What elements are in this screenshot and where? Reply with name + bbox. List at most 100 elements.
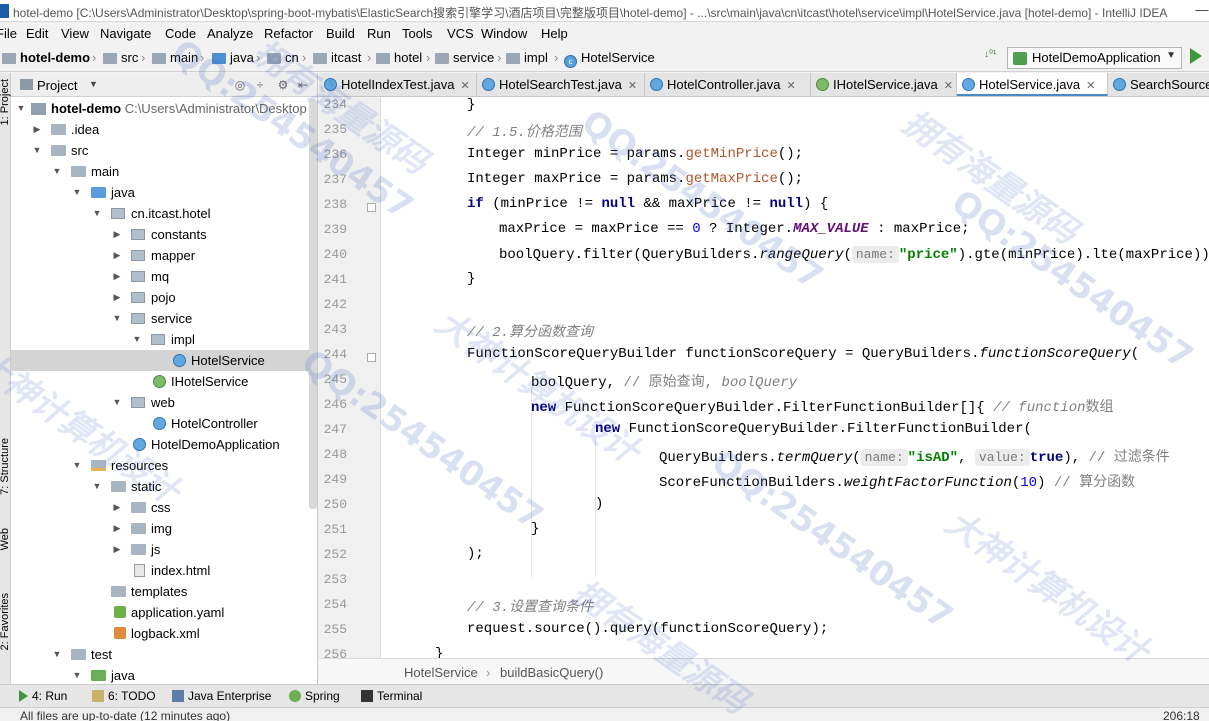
close-icon[interactable]: ✕: [786, 74, 795, 96]
crumb-impl[interactable]: impl: [506, 50, 548, 66]
menu-navigate[interactable]: Navigate: [100, 26, 151, 41]
web-tool-tab[interactable]: Web: [0, 528, 11, 550]
menu-edit[interactable]: Edit: [26, 26, 48, 41]
chevron-down-icon[interactable]: ▼: [72, 182, 82, 203]
crumb-hotel[interactable]: hotel: [376, 50, 422, 66]
vcs-update-icon[interactable]: ↓⁰¹: [984, 49, 996, 60]
tree-item-logback-xml[interactable]: logback.xml: [11, 623, 317, 644]
tree-item-cn-itcast-hotel[interactable]: ▼ cn.itcast.hotel: [11, 203, 317, 224]
menu-tools[interactable]: Tools: [402, 26, 432, 41]
close-icon[interactable]: ✕: [628, 74, 637, 96]
favorites-tool-tab[interactable]: 2: Favorites: [0, 593, 11, 650]
tab-hotelsearchtest[interactable]: HotelSearchTest.java ✕: [477, 73, 645, 96]
tree-item-ihotelservice[interactable]: IHotelService: [11, 371, 317, 392]
menu-analyze[interactable]: Analyze: [207, 26, 253, 41]
crumb-src[interactable]: src: [103, 50, 138, 66]
tree-item-impl[interactable]: ▼ impl: [11, 329, 317, 350]
menu-run[interactable]: Run: [367, 26, 391, 41]
chevron-down-icon[interactable]: ▼: [92, 203, 102, 224]
tree-item-js[interactable]: ▶ js: [11, 539, 317, 560]
chevron-down-icon[interactable]: ▼: [52, 644, 62, 665]
chevron-down-icon[interactable]: ▼: [16, 98, 26, 119]
locate-icon[interactable]: ◎: [232, 77, 248, 93]
menu-refactor[interactable]: Refactor: [264, 26, 313, 41]
tree-item-mapper[interactable]: ▶ mapper: [11, 245, 317, 266]
collapse-all-icon[interactable]: ÷: [252, 77, 268, 93]
project-panel-title[interactable]: Project: [37, 78, 77, 93]
tree-item-img[interactable]: ▶ img: [11, 518, 317, 539]
chevron-down-icon[interactable]: ▼: [72, 455, 82, 476]
tree-item-service[interactable]: ▼ service: [11, 308, 317, 329]
close-icon[interactable]: ✕: [460, 74, 469, 96]
hide-panel-icon[interactable]: ⇤: [295, 77, 311, 93]
tree-item-hotelcontroller[interactable]: HotelController: [11, 413, 317, 434]
project-scrollbar[interactable]: [309, 99, 317, 509]
crumb-java[interactable]: java: [212, 50, 254, 66]
close-icon[interactable]: ✕: [944, 74, 953, 96]
chevron-down-icon[interactable]: ▼: [132, 329, 142, 350]
crumb-itcast[interactable]: itcast: [313, 50, 361, 66]
tree-item-main[interactable]: ▼ main: [11, 161, 317, 182]
chevron-down-icon[interactable]: ▼: [89, 79, 98, 89]
tree-item-hoteldemoapplication[interactable]: HotelDemoApplication: [11, 434, 317, 455]
tree-item-resources[interactable]: ▼ resources: [11, 455, 317, 476]
gear-icon[interactable]: ⚙: [275, 77, 291, 93]
tab-ihotelservice[interactable]: IHotelService.java ✕: [811, 73, 957, 96]
tree-item-css[interactable]: ▶ css: [11, 497, 317, 518]
editor-gutter[interactable]: 234 235 236 237 238 239 240 241 242 243 …: [319, 97, 381, 658]
chevron-right-icon[interactable]: ▶: [32, 119, 42, 140]
tree-item-hotel-demo[interactable]: ▼ hotel-demo C:\Users\Administrator\Desk…: [11, 98, 317, 119]
code-editor[interactable]: 234 235 236 237 238 239 240 241 242 243 …: [319, 97, 1209, 658]
menu-code[interactable]: Code: [165, 26, 196, 41]
menu-file[interactable]: File: [0, 26, 17, 41]
tree-item-templates[interactable]: templates: [11, 581, 317, 602]
editor-crumb-method[interactable]: buildBasicQuery(): [500, 665, 603, 680]
tab-hotelcontroller[interactable]: HotelController.java ✕: [645, 73, 811, 96]
chevron-right-icon[interactable]: ▶: [112, 266, 122, 287]
tree-item-index-html[interactable]: index.html: [11, 560, 317, 581]
crumb-main[interactable]: main: [152, 50, 198, 66]
run-tool-button[interactable]: 4: Run: [19, 689, 67, 703]
fold-marker[interactable]: [367, 353, 376, 362]
tree-item-pojo[interactable]: ▶ pojo: [11, 287, 317, 308]
tab-hotelindextest[interactable]: HotelIndexTest.java ✕: [319, 73, 477, 96]
chevron-right-icon[interactable]: ▶: [112, 287, 122, 308]
chevron-right-icon[interactable]: ▶: [112, 497, 122, 518]
run-configuration-select[interactable]: HotelDemoApplication ▼: [1007, 47, 1182, 69]
menu-vcs[interactable]: VCS: [447, 26, 474, 41]
tree-item-src[interactable]: ▼ src: [11, 140, 317, 161]
tree-item-idea[interactable]: ▶ .idea: [11, 119, 317, 140]
editor-crumb-class[interactable]: HotelService: [404, 665, 478, 680]
chevron-down-icon[interactable]: ▼: [112, 392, 122, 413]
crumb-service[interactable]: service: [435, 50, 494, 66]
java-enterprise-tool-button[interactable]: Java Enterprise: [172, 689, 271, 703]
tree-item-application-yaml[interactable]: application.yaml: [11, 602, 317, 623]
crumb-hotelservice[interactable]: c HotelService: [564, 50, 655, 68]
run-icon[interactable]: [1190, 48, 1202, 64]
chevron-right-icon[interactable]: ▶: [112, 518, 122, 539]
chevron-down-icon[interactable]: ▼: [52, 161, 62, 182]
tree-item-hotelservice[interactable]: HotelService: [11, 350, 317, 371]
tree-item-mq[interactable]: ▶ mq: [11, 266, 317, 287]
tree-item-web[interactable]: ▼ web: [11, 392, 317, 413]
chevron-down-icon[interactable]: ▼: [72, 665, 82, 685]
crumb-project[interactable]: hotel-demo: [2, 50, 90, 66]
menu-window[interactable]: Window: [481, 26, 527, 41]
chevron-down-icon[interactable]: ▼: [112, 308, 122, 329]
minimize-icon[interactable]: —: [1195, 3, 1209, 17]
menu-view[interactable]: View: [61, 26, 89, 41]
spring-tool-button[interactable]: Spring: [289, 689, 340, 703]
tree-item-test[interactable]: ▼ test: [11, 644, 317, 665]
todo-tool-button[interactable]: 6: TODO: [92, 689, 156, 703]
chevron-down-icon[interactable]: ▼: [92, 476, 102, 497]
close-icon[interactable]: ✕: [1086, 74, 1095, 96]
tree-item-java[interactable]: ▼ java: [11, 182, 317, 203]
tab-searchsource[interactable]: SearchSource: [1108, 73, 1209, 96]
menu-help[interactable]: Help: [541, 26, 568, 41]
tree-item-static[interactable]: ▼ static: [11, 476, 317, 497]
tree-item-test-java[interactable]: ▼ java: [11, 665, 317, 685]
crumb-cn[interactable]: cn: [267, 50, 299, 66]
menu-build[interactable]: Build: [326, 26, 355, 41]
terminal-tool-button[interactable]: Terminal: [361, 689, 422, 703]
chevron-right-icon[interactable]: ▶: [112, 224, 122, 245]
